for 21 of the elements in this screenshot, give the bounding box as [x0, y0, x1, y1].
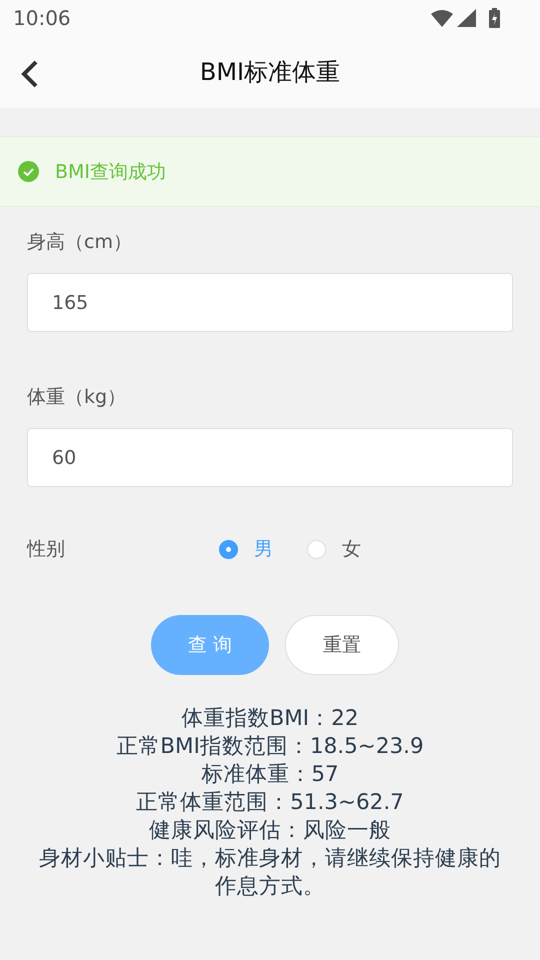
field-label: 体重（kg） — [27, 385, 128, 410]
radio-option[interactable]: 女 — [307, 536, 361, 562]
result-text: 体重指数BMI：22 — [182, 705, 358, 733]
input-field[interactable]: 60 — [27, 428, 513, 487]
page-title: BMI标准体重 — [200, 57, 340, 88]
result-text: 标准体重：57 — [201, 761, 339, 789]
wifi-icon — [431, 10, 453, 26]
signal-icon — [457, 9, 476, 27]
field-label: 性别 — [27, 537, 66, 562]
result-text: 正常体重范围：51.3~62.7 — [136, 789, 404, 817]
clock: 10:06 — [13, 6, 71, 30]
field-label: 身高（cm） — [27, 230, 133, 255]
success-message: BMI查询成功 — [55, 160, 166, 184]
input-field[interactable]: 165 — [27, 273, 513, 332]
battery-icon — [488, 8, 502, 28]
result-text: 身材小贴士：哇，标准身材，请继续保持健康的作息方式。 — [38, 845, 502, 901]
check-circle-icon — [18, 161, 39, 182]
result-text: 健康风险评估：风险一般 — [149, 817, 391, 845]
back-icon[interactable] — [20, 60, 40, 88]
reset-button[interactable]: 重置 — [285, 615, 399, 675]
result-text: 正常BMI指数范围：18.5~23.9 — [116, 733, 424, 761]
